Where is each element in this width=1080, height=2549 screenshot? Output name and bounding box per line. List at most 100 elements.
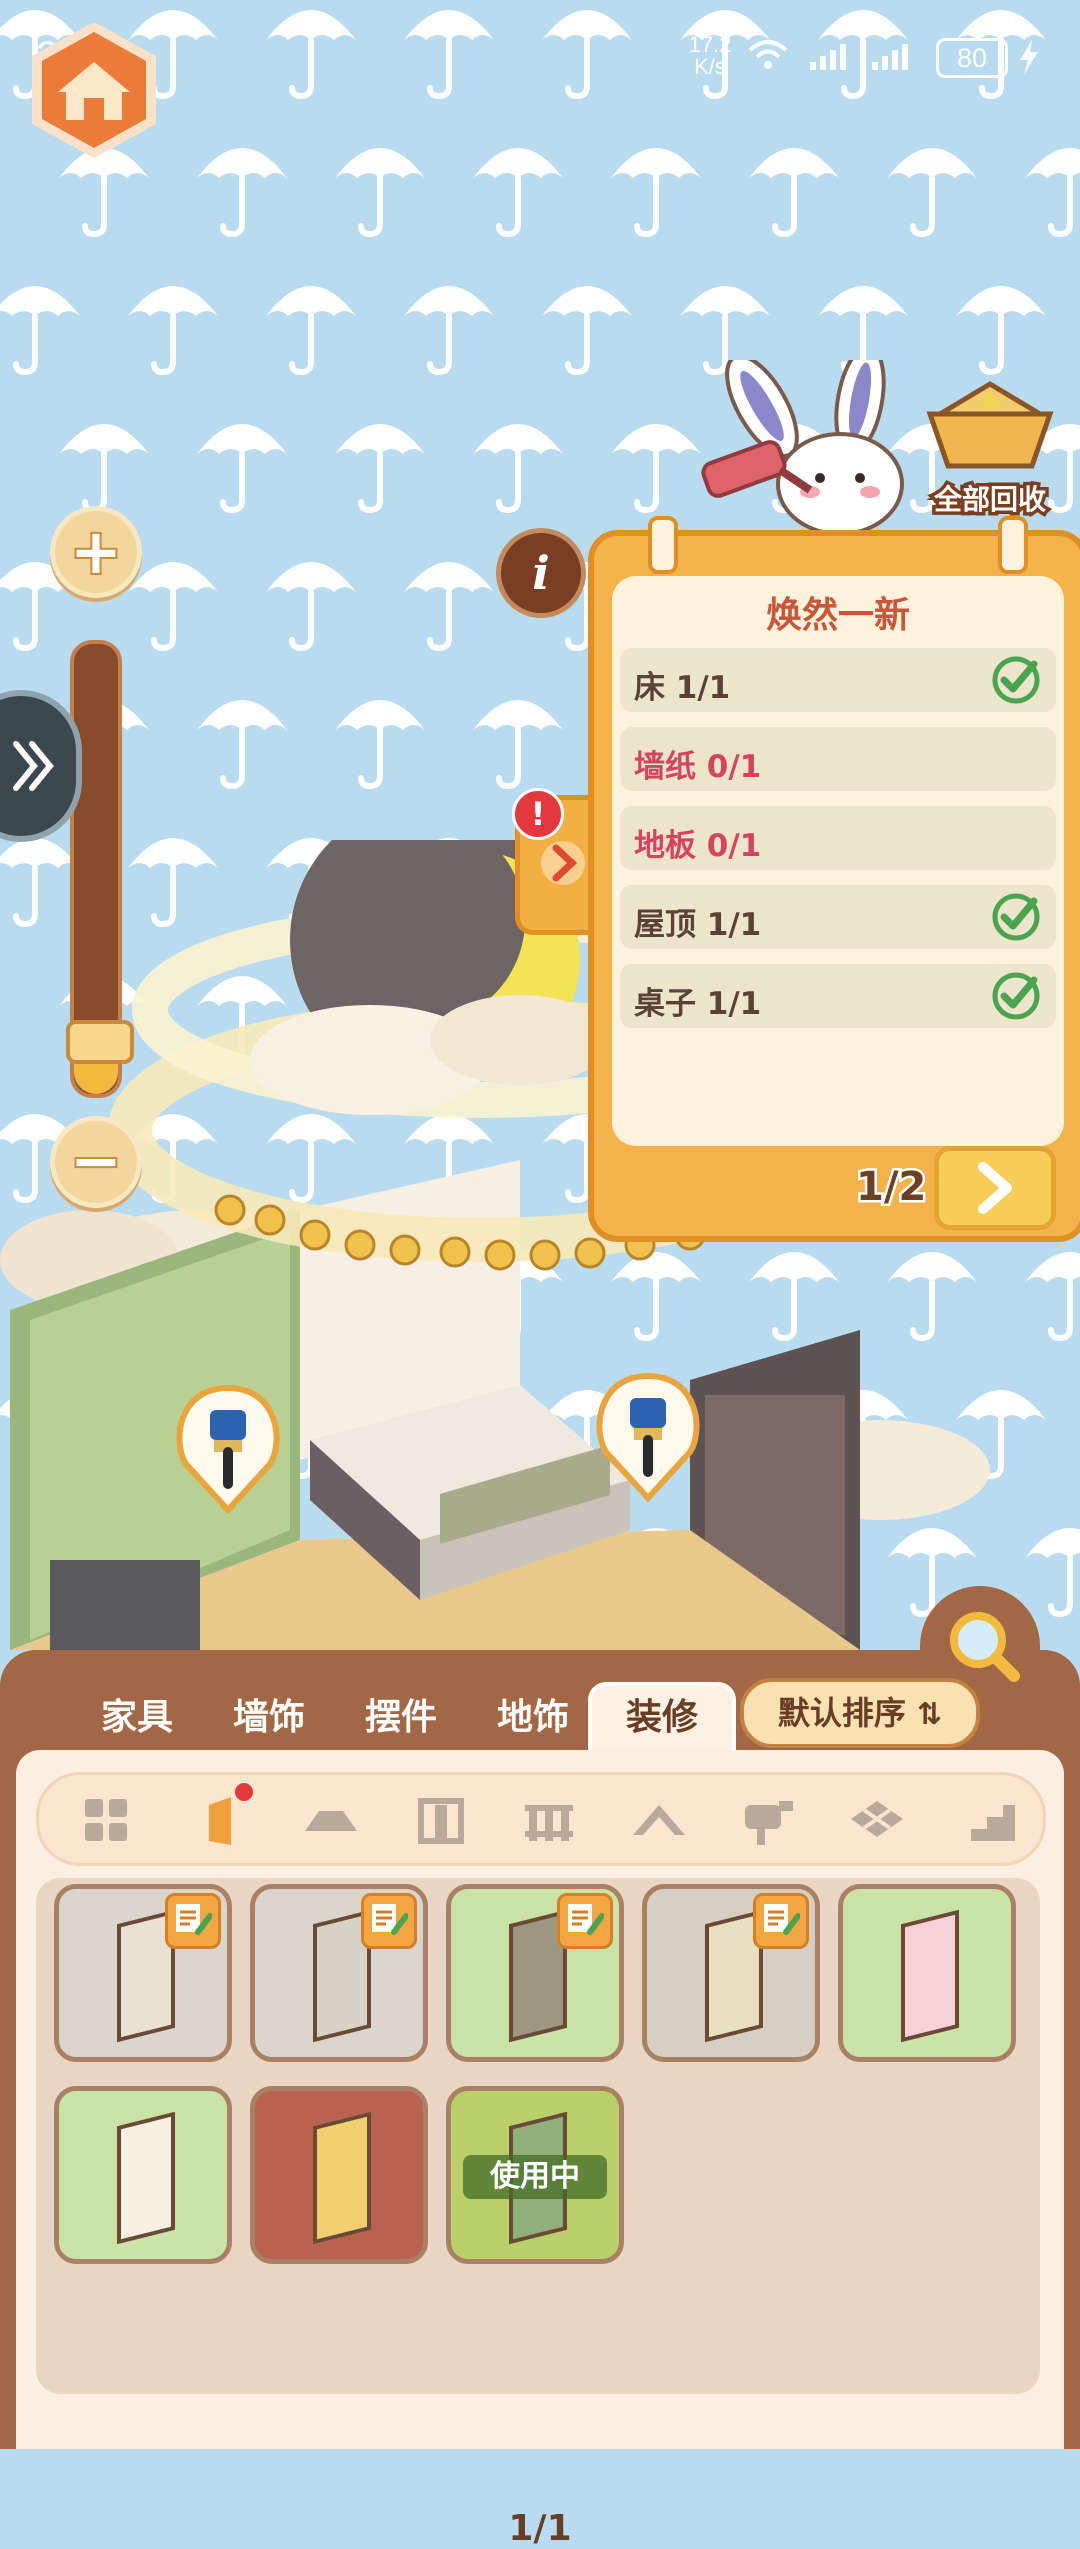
subcategory-bar [36,1772,1046,1866]
network-speed-unit: K/s [694,54,726,79]
sort-label: 默认排序 [777,1694,906,1732]
bunny-mascot [701,360,904,536]
info-icon: i [532,546,550,600]
wallpaper-item[interactable] [54,2086,232,2264]
task-row-label: 床 1/1 [634,670,731,706]
wallpaper-item[interactable] [250,1884,428,2062]
paintbrush-marker-left[interactable] [170,1384,286,1514]
double-chevron-right-icon [13,741,54,791]
umbrella-pattern-icon [335,700,425,790]
task-row-label: 桌子 1/1 [634,986,762,1022]
umbrella-pattern-icon [749,148,839,238]
catalog-page-indicator: 1/1 [508,2508,572,2549]
in-use-label: 使用中 [463,2155,607,2199]
wallpaper-item[interactable] [54,1884,232,2062]
panel-pin-right [998,516,1028,574]
tab-wall-decor[interactable]: 墙饰 [204,1686,334,1750]
umbrella-pattern-icon [473,148,563,238]
plus-icon: + [68,513,124,590]
task-row-label: 地板 0/1 [634,828,762,864]
tab-renovation[interactable]: 装修 [588,1682,736,1758]
new-item-dot [235,1783,253,1801]
tile-icon[interactable] [847,1791,907,1847]
umbrella-pattern-icon [611,148,701,238]
task-alert-badge: ! [512,788,564,840]
umbrella-pattern-icon [335,148,425,238]
tab-furniture[interactable]: 家具 [72,1686,202,1750]
tab-ornaments[interactable]: 摆件 [336,1686,466,1750]
wallpaper-item[interactable] [838,1884,1016,2062]
umbrella-pattern-icon [887,148,977,238]
chevron-right-icon [978,1162,1012,1214]
info-button[interactable]: i [496,528,586,618]
roof-icon[interactable] [629,1791,689,1847]
edit-badge-icon [753,1893,809,1949]
door-icon[interactable] [411,1791,471,1847]
task-title: 焕然一新 [765,595,910,636]
wallpaper-item[interactable] [642,1884,820,2062]
task-panel: 焕然一新 床 1/1 墙纸 0/1 地板 0/1 屋顶 1/1 桌子 1/1 1/2 [588,516,1080,1242]
magnifier-icon [950,1612,1020,1682]
check-icon [992,972,1040,1020]
task-row-label: 墙纸 0/1 [634,749,762,785]
stairs-icon[interactable] [961,1791,1021,1847]
check-icon [992,893,1040,941]
umbrella-pattern-icon [59,424,149,514]
floor-icon[interactable] [301,1791,361,1847]
battery-indicator: 80 [936,38,1008,78]
task-page-indicator: 1/2 [853,1162,928,1213]
check-icon [992,656,1040,704]
recycle-all-label: 全部回收 [930,480,1049,520]
umbrella-pattern-icon [404,286,494,376]
umbrella-pattern-icon [197,700,287,790]
fence-icon[interactable] [519,1791,579,1847]
signal-icon-2 [872,44,908,70]
wallpaper-preview [117,2111,175,2245]
edit-badge-icon [361,1893,417,1949]
tab-floor-decor[interactable]: 地饰 [468,1686,598,1750]
wallpaper-preview [901,1909,959,2043]
zoom-out-button[interactable]: − [50,1116,142,1208]
home-button[interactable] [22,18,166,162]
task-list: 焕然一新 床 1/1 墙纸 0/1 地板 0/1 屋顶 1/1 桌子 1/1 [612,576,1064,1146]
task-row: 床 1/1 [620,648,1056,712]
wallpaper-item[interactable]: 使用中 [446,2086,624,2264]
paintbrush-marker-right[interactable] [590,1372,706,1502]
charging-icon [1020,40,1038,74]
basket-icon [926,381,1054,469]
wallpaper-item[interactable] [250,2086,428,2264]
network-speed-value: 17.2 [688,32,732,57]
mailbox-icon[interactable] [739,1791,799,1847]
zoom-slider[interactable] [66,640,134,1098]
umbrella-pattern-icon [473,424,563,514]
umbrella-pattern-icon [197,424,287,514]
edit-badge-icon [165,1893,221,1949]
wifi-icon [748,40,788,69]
zoom-in-button[interactable]: + [50,506,142,598]
umbrella-pattern-icon [128,286,218,376]
task-next-page-button[interactable] [934,1146,1056,1230]
task-row: 墙纸 0/1 [620,727,1056,791]
task-row: 地板 0/1 [620,806,1056,870]
sort-button[interactable]: 默认排序 ⇅ [740,1678,980,1748]
umbrella-pattern-icon [197,148,287,238]
minus-icon: − [68,1122,124,1199]
umbrella-pattern-icon [266,286,356,376]
umbrella-pattern-icon [128,562,218,652]
edit-badge-icon [557,1893,613,1949]
wallpaper-item[interactable] [446,1884,624,2062]
umbrella-pattern-icon [542,286,632,376]
task-row: 屋顶 1/1 [620,885,1056,949]
recycle-all-button[interactable]: 全部回收 [920,378,1060,520]
umbrella-pattern-icon [404,562,494,652]
all-icon[interactable] [77,1791,137,1847]
zoom-slider-handle[interactable] [66,1020,134,1064]
chevron-right-icon [541,841,585,885]
item-grid: 使用中 [36,1878,1040,2394]
wallpaper-preview [313,2111,371,2245]
umbrella-pattern-icon [0,286,80,376]
umbrella-pattern-icon [956,286,1046,376]
umbrella-pattern-icon [473,700,563,790]
umbrella-pattern-icon [611,424,701,514]
task-row: 桌子 1/1 [620,964,1056,1028]
